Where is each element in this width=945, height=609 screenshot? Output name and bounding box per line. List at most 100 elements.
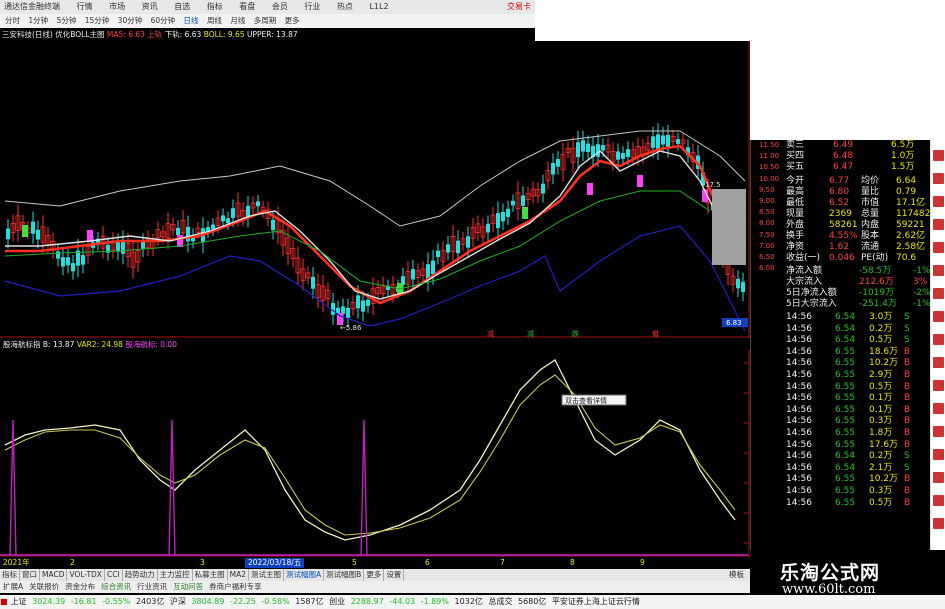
stat-label: 总量 bbox=[861, 209, 880, 219]
tick-side: B bbox=[904, 486, 911, 496]
side-tool-icon[interactable] bbox=[933, 150, 944, 161]
price-chart-pane[interactable]: ←5.86 17.5 6.83 减 减 跌 撤 bbox=[0, 41, 750, 338]
side-tool-icon[interactable] bbox=[933, 357, 944, 368]
side-tool-icon[interactable] bbox=[933, 380, 944, 391]
tab-industry-news[interactable]: 行业资讯 bbox=[134, 581, 170, 593]
tab-test-sub-a[interactable]: 测试幅图A bbox=[284, 569, 325, 581]
tick-time: 14:56 bbox=[786, 358, 812, 369]
tab-ma2[interactable]: MA2 bbox=[228, 569, 250, 581]
indicator-name[interactable]: 股海航标指 B: 13.87 bbox=[3, 340, 74, 349]
menu-l1l2[interactable]: L1L2 bbox=[369, 0, 388, 14]
main-chart-infobar: 三安科技(日线) 优化BOLL主图 MA5: 6.63 上轨 下轨: 6.63 … bbox=[0, 28, 535, 41]
flow-label: 5日净流入额 bbox=[786, 288, 837, 298]
menu-market[interactable]: 市场 bbox=[109, 0, 125, 14]
flow-pct: -1% bbox=[913, 299, 931, 309]
tick-row: 14:56 6.55 10.2万 B bbox=[751, 474, 931, 485]
tick-side: B bbox=[904, 474, 911, 485]
menu-quotes[interactable]: 行情 bbox=[77, 0, 93, 14]
period-5min[interactable]: 5分钟 bbox=[54, 14, 80, 28]
candle-body bbox=[506, 208, 510, 217]
menu-industry[interactable]: 行业 bbox=[304, 0, 320, 14]
menu-watchlist[interactable]: 自选 bbox=[174, 0, 190, 14]
indicator-infobar: 股海航标指 B: 13.87 VAR2: 24.98 股海航标: 0.00 bbox=[0, 339, 750, 350]
candle-body bbox=[736, 278, 740, 289]
stat-value: 6.80 bbox=[829, 187, 850, 197]
period-multi[interactable]: 多周期 bbox=[251, 14, 280, 28]
side-tool-icon[interactable] bbox=[933, 242, 944, 253]
side-tool-icon[interactable] bbox=[933, 518, 944, 529]
date-mark: 5 bbox=[352, 558, 357, 567]
side-tool-icon[interactable] bbox=[933, 403, 944, 414]
side-tool-icon[interactable] bbox=[933, 311, 944, 322]
period-tick[interactable]: 分时 bbox=[2, 14, 23, 28]
tab-test-main[interactable]: 测试主图 bbox=[249, 569, 285, 581]
period-weekly[interactable]: 周线 bbox=[204, 14, 225, 28]
stat-label: PE(动) bbox=[861, 253, 889, 263]
tick-side: S bbox=[904, 462, 910, 473]
side-tool-icon[interactable] bbox=[933, 334, 944, 345]
stat-value: 59221 bbox=[896, 220, 925, 230]
period-60min[interactable]: 60分钟 bbox=[148, 14, 179, 28]
period-1min[interactable]: 1分钟 bbox=[25, 14, 51, 28]
menu-watch[interactable]: 看盘 bbox=[239, 0, 255, 14]
period-daily[interactable]: 日线 bbox=[181, 14, 202, 28]
side-tool-icon[interactable] bbox=[933, 219, 944, 230]
tab-test-sub-b[interactable]: 测试幅图B bbox=[324, 569, 365, 581]
tab-cci[interactable]: CCI bbox=[105, 569, 123, 581]
tab-vol[interactable]: VOL-TDX bbox=[67, 569, 105, 581]
side-tool-icon[interactable] bbox=[933, 265, 944, 276]
menu-member[interactable]: 会员 bbox=[272, 0, 288, 14]
side-tool-icon[interactable] bbox=[933, 196, 944, 207]
stat-row: 今开 6.77 均价 6.64 bbox=[751, 176, 931, 187]
tab-settings[interactable]: 设置 bbox=[384, 569, 405, 581]
menu-hot[interactable]: 热点 bbox=[337, 0, 353, 14]
tick-price: 6.55 bbox=[835, 428, 856, 438]
indicator-chart-svg[interactable]: 双击查看详情 bbox=[0, 350, 750, 558]
tab-fund-dist[interactable]: 资金分布 bbox=[62, 581, 98, 593]
tick-time: 14:56 bbox=[786, 346, 812, 357]
tab-private-main[interactable]: 私募主图 bbox=[193, 569, 228, 581]
tab-qa[interactable]: 互动问答 bbox=[170, 581, 206, 593]
period-30min[interactable]: 30分钟 bbox=[115, 14, 146, 28]
tab-broker-benefit[interactable]: 券商户福利专享 bbox=[206, 581, 265, 593]
menu-news[interactable]: 资讯 bbox=[142, 0, 158, 14]
menu-indicators[interactable]: 指标 bbox=[207, 0, 223, 14]
side-tool-icon[interactable] bbox=[933, 426, 944, 437]
broker-name: 平安证券上海上证云行情 bbox=[551, 597, 640, 606]
candle-body bbox=[431, 260, 435, 275]
tab-macd[interactable]: MACD bbox=[40, 569, 68, 581]
tab-ext-a[interactable]: 扩展A bbox=[0, 581, 26, 593]
side-tool-icon[interactable] bbox=[933, 288, 944, 299]
book-price: 6.47 bbox=[833, 162, 854, 172]
tab-related[interactable]: 关联报价 bbox=[26, 581, 62, 593]
side-tool-icon[interactable] bbox=[933, 449, 944, 460]
tab-composite-news[interactable]: 综合资讯 bbox=[98, 581, 134, 593]
tick-time: 14:56 bbox=[786, 486, 812, 496]
period-more[interactable]: 更多 bbox=[282, 14, 303, 28]
candle-body bbox=[221, 215, 225, 222]
side-tool-icon[interactable] bbox=[933, 472, 944, 483]
tab-main-monitor[interactable]: 主力监控 bbox=[158, 569, 193, 581]
tab-trend[interactable]: 趋势动力 bbox=[123, 569, 158, 581]
flow-pct: 3% bbox=[913, 277, 928, 287]
tab-window[interactable]: 窗口 bbox=[20, 569, 40, 581]
date-mark: 2 bbox=[70, 558, 75, 567]
trade-button[interactable]: 交易卡 bbox=[507, 0, 531, 14]
tick-time: 14:56 bbox=[786, 404, 812, 415]
ticker-pct: -0.58% bbox=[261, 597, 290, 606]
tick-time: 14:56 bbox=[786, 451, 812, 462]
tick-side: B bbox=[904, 381, 911, 392]
candle-body bbox=[466, 236, 470, 248]
cursor-date: 2022/03/18/五 bbox=[245, 558, 305, 568]
tab-indicator[interactable]: 指标 bbox=[0, 569, 20, 581]
candle-body bbox=[676, 139, 680, 144]
template-name[interactable]: 优化BOLL主图 bbox=[55, 30, 104, 39]
tab-more[interactable]: 更多 bbox=[364, 569, 385, 581]
candle-body bbox=[66, 257, 70, 266]
period-15min[interactable]: 15分钟 bbox=[82, 14, 113, 28]
side-tool-icon[interactable] bbox=[933, 495, 944, 506]
stat-value: 70.6 bbox=[896, 253, 917, 263]
period-monthly[interactable]: 月线 bbox=[227, 14, 248, 28]
template-button[interactable]: 模板 bbox=[727, 569, 746, 581]
side-tool-icon[interactable] bbox=[933, 173, 944, 184]
